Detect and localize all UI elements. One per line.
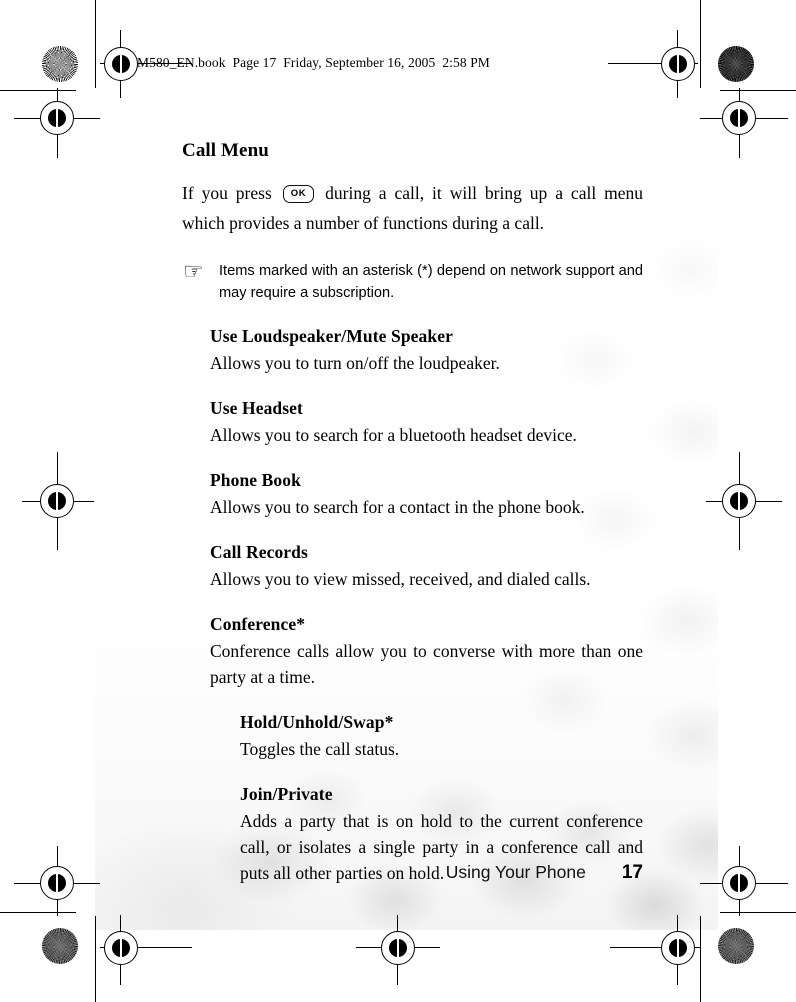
registration-target-lower-left-outer	[40, 866, 74, 900]
star-density-target-bottom-right	[718, 928, 754, 964]
trim-line-top-left-vertical	[95, 0, 96, 88]
intro-paragraph: If you press OK during a call, it will b…	[182, 178, 643, 238]
menu-subitem-title: Join/Private	[240, 784, 333, 804]
menu-item-title: Conference*	[210, 614, 306, 634]
trim-line-top-left-horizontal	[0, 90, 76, 91]
trim-line-bottom-right-horizontal	[720, 912, 796, 913]
menu-item-description: Conference calls allow you to converse w…	[210, 641, 643, 687]
page-title: Call Menu	[182, 140, 269, 161]
star-density-target-top-right	[718, 46, 754, 82]
registration-target-lower-right-outer	[722, 866, 756, 900]
page-content: Call Menu If you press OK during a call,…	[182, 140, 643, 886]
page-footer: Using Your Phone 17	[182, 862, 643, 884]
menu-item-conference: Conference* Conference calls allow you t…	[210, 614, 643, 690]
registration-target-bottom-left	[104, 931, 138, 965]
menu-subitem-title: Hold/Unhold/Swap*	[240, 712, 394, 732]
book-slug-line: M580_EN.book Page 17 Friday, September 1…	[137, 55, 490, 70]
trim-line-bottom-right-vertical	[700, 916, 701, 1002]
trim-line-top-right-horizontal	[720, 90, 796, 91]
registration-target-mid-right	[722, 484, 756, 518]
menu-item-use-headset: Use Headset Allows you to search for a b…	[210, 398, 643, 448]
registration-target-mid-left	[40, 484, 74, 518]
registration-target-top-left	[104, 47, 138, 81]
trim-line-bottom-left-horizontal	[0, 912, 76, 913]
footer-page-number: 17	[621, 862, 643, 883]
menu-item-title: Phone Book	[210, 470, 301, 490]
registration-target-upper-left-outer	[40, 101, 74, 135]
footer-section-label: Using Your Phone	[445, 862, 586, 882]
registration-target-top-right	[661, 47, 695, 81]
star-density-target-bottom-left	[42, 928, 78, 964]
menu-subitem-description: Toggles the call status.	[240, 739, 400, 759]
ok-key-icon: OK	[282, 185, 315, 203]
trim-line-top-right-vertical	[700, 0, 701, 88]
registration-target-bottom-right	[661, 931, 695, 965]
menu-item-use-loudspeaker: Use Loudspeaker/Mute Speaker Allows you …	[210, 326, 643, 376]
menu-item-description: Allows you to search for a contact in th…	[210, 497, 585, 517]
registration-target-upper-right-outer	[722, 101, 756, 135]
menu-item-title: Call Records	[210, 542, 308, 562]
menu-item-phone-book: Phone Book Allows you to search for a co…	[210, 470, 643, 520]
pointing-hand-icon: ☞	[183, 259, 204, 285]
star-density-target-top-left	[42, 46, 78, 82]
menu-item-title: Use Loudspeaker/Mute Speaker	[210, 326, 453, 346]
menu-item-description: Allows you to turn on/off the loudpeaker…	[210, 353, 500, 373]
trim-line-bottom-left-vertical	[95, 916, 96, 1002]
menu-item-call-records: Call Records Allows you to view missed, …	[210, 542, 643, 592]
menu-item-description: Allows you to view missed, received, and…	[210, 569, 591, 589]
intro-text-before-key: If you press	[182, 183, 272, 203]
registration-target-bottom-center	[381, 931, 415, 965]
menu-item-hold-unhold-swap: Hold/Unhold/Swap* Toggles the call statu…	[240, 712, 643, 762]
note-callout: ☞ Items marked with an asterisk (*) depe…	[183, 260, 643, 304]
menu-item-description: Allows you to search for a bluetooth hea…	[210, 425, 577, 445]
menu-item-title: Use Headset	[210, 398, 303, 418]
note-text: Items marked with an asterisk (*) depend…	[219, 263, 643, 301]
